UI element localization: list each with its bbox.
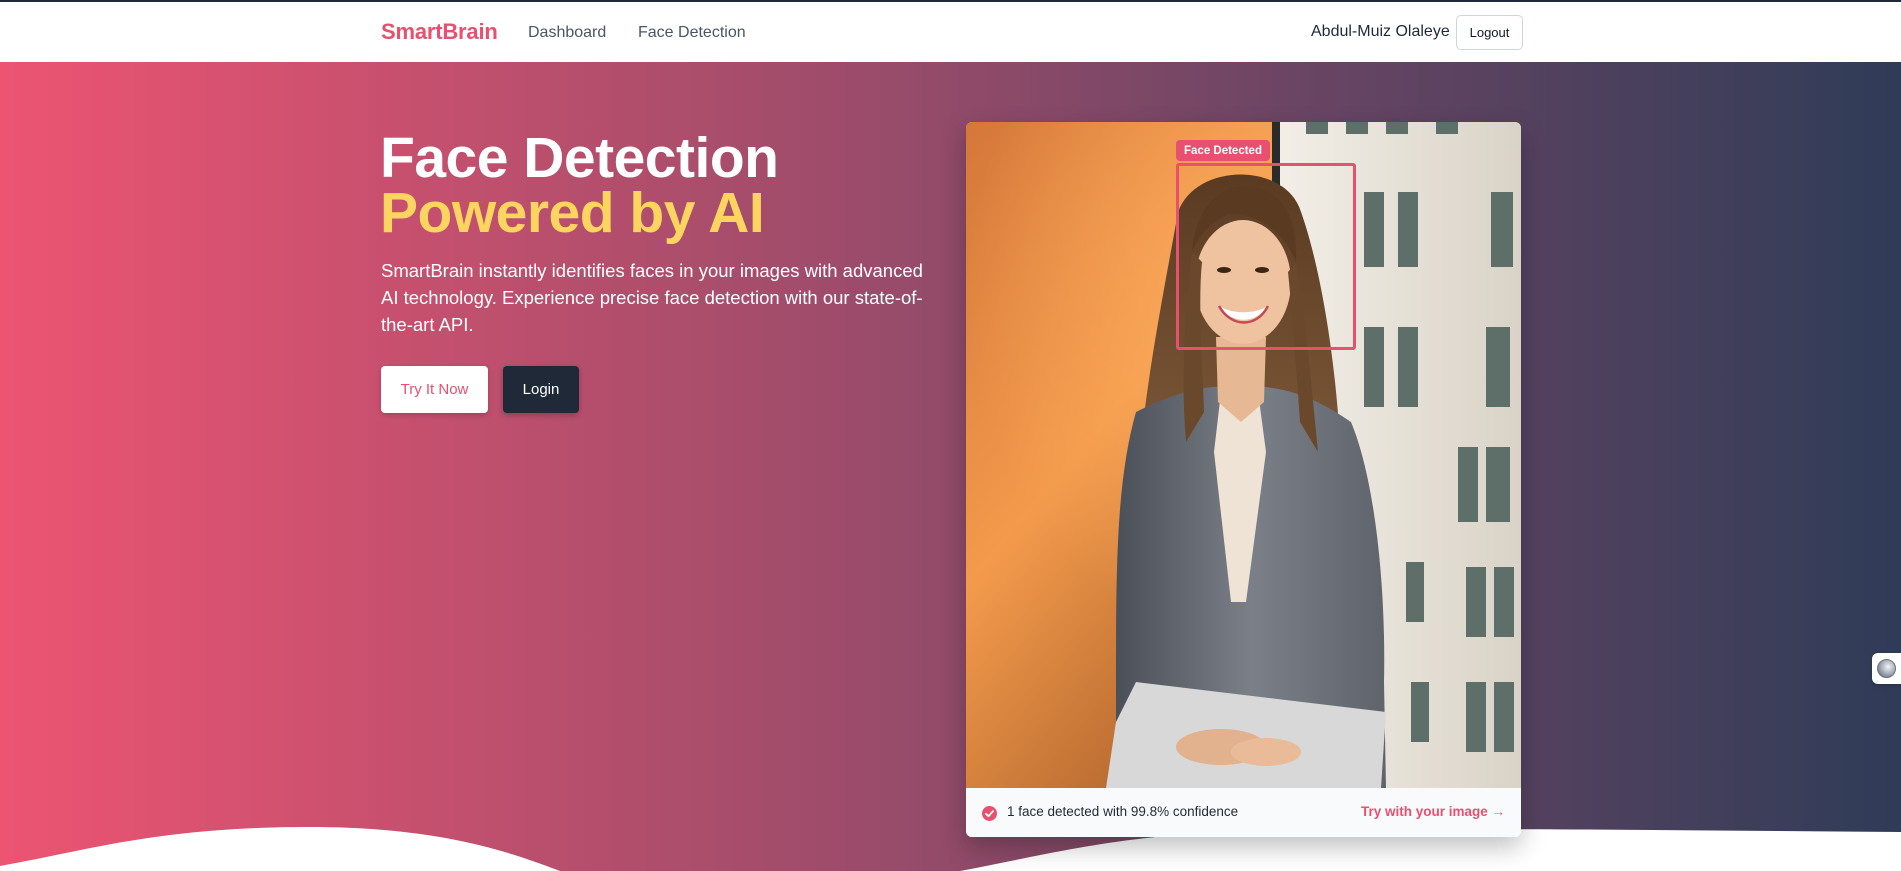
try-with-your-image-link[interactable]: Try with your image → — [1361, 804, 1505, 819]
accessibility-widget-button[interactable] — [1872, 653, 1901, 684]
face-bounding-box — [1176, 163, 1356, 350]
logout-button[interactable]: Logout — [1456, 15, 1523, 50]
demo-card: Face Detected 1 face detected with 99.8%… — [966, 122, 1521, 837]
accessibility-widget-icon — [1877, 659, 1896, 678]
detection-status-bar: 1 face detected with 99.8% confidence Tr… — [966, 788, 1521, 837]
hero-title-line2: Powered by AI — [380, 181, 765, 245]
navbar: SmartBrain Dashboard Face Detection Abdu… — [0, 2, 1901, 62]
user-name: Abdul-Muiz Olaleye — [1311, 23, 1450, 40]
hero-wave-divider — [0, 827, 1901, 871]
nav-link-dashboard[interactable]: Dashboard — [528, 24, 606, 42]
detection-status-text: 1 face detected with 99.8% confidence — [1007, 804, 1239, 819]
face-detected-label: Face Detected — [1176, 140, 1270, 161]
try-it-now-button[interactable]: Try It Now — [381, 366, 488, 413]
demo-photo: Face Detected — [966, 122, 1521, 788]
hero-description: SmartBrain instantly identifies faces in… — [381, 260, 923, 335]
brand-logo[interactable]: SmartBrain — [381, 19, 498, 45]
nav-link-face-detection[interactable]: Face Detection — [638, 24, 746, 42]
hero-section: Face Detection Powered by AI SmartBrain … — [0, 62, 1901, 871]
login-button[interactable]: Login — [503, 366, 579, 413]
check-circle-icon — [982, 806, 997, 821]
